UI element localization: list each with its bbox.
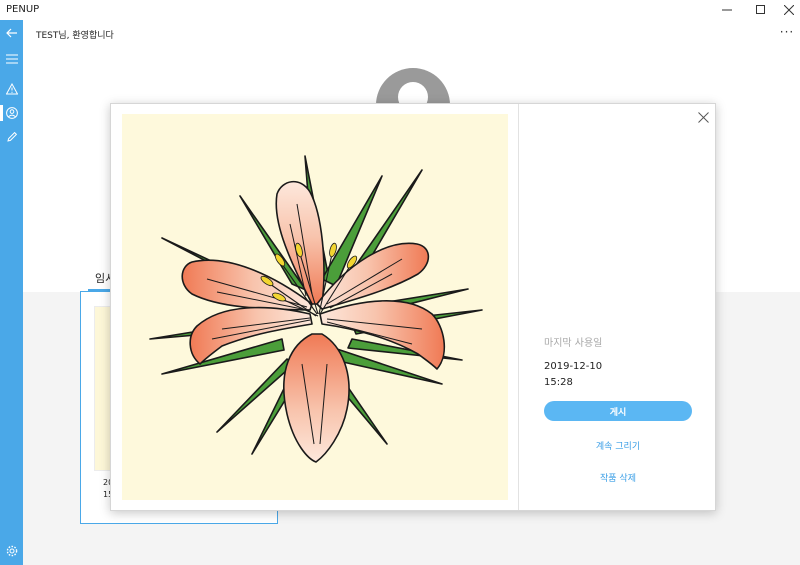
- close-window-button[interactable]: [774, 0, 800, 20]
- maximize-icon: [756, 5, 765, 14]
- settings-icon: [6, 545, 17, 557]
- title-bar: PENUP: [0, 0, 800, 20]
- draw-button[interactable]: [0, 126, 23, 148]
- post-button[interactable]: 게시: [544, 401, 692, 421]
- lily-flower-illustration: [149, 155, 483, 463]
- app-title: PENUP: [6, 4, 40, 15]
- minimize-button[interactable]: [712, 0, 742, 20]
- notice-button[interactable]: [0, 78, 23, 100]
- dialog-close-button[interactable]: [694, 108, 712, 126]
- profile-nav-button[interactable]: [0, 102, 23, 124]
- minimize-icon: [722, 9, 732, 11]
- delete-artwork-button[interactable]: 작품 삭제: [544, 469, 692, 485]
- dialog-divider: [518, 104, 519, 510]
- back-button[interactable]: [0, 22, 23, 44]
- last-used-time: 15:28: [544, 377, 573, 388]
- artwork-image: [122, 114, 508, 500]
- close-icon: [697, 111, 709, 123]
- menu-button[interactable]: [0, 48, 23, 70]
- continue-drawing-button[interactable]: 계속 그리기: [544, 437, 692, 453]
- warning-triangle-icon: [5, 83, 18, 95]
- last-used-label: 마지막 사용일: [544, 338, 603, 349]
- nav-rail: [0, 20, 23, 565]
- artwork-detail-dialog: 마지막 사용일 2019-12-10 15:28 게시 계속 그리기 작품 삭제: [110, 103, 716, 511]
- last-used-date: 2019-12-10: [544, 361, 603, 372]
- back-arrow-icon: [5, 28, 17, 38]
- pencil-icon: [6, 131, 17, 142]
- hamburger-menu-icon: [5, 54, 18, 64]
- profile-icon: [5, 107, 18, 119]
- maximize-button[interactable]: [746, 0, 776, 20]
- close-icon: [784, 5, 794, 15]
- more-options-button[interactable]: ···: [777, 22, 797, 42]
- settings-button[interactable]: [0, 540, 23, 562]
